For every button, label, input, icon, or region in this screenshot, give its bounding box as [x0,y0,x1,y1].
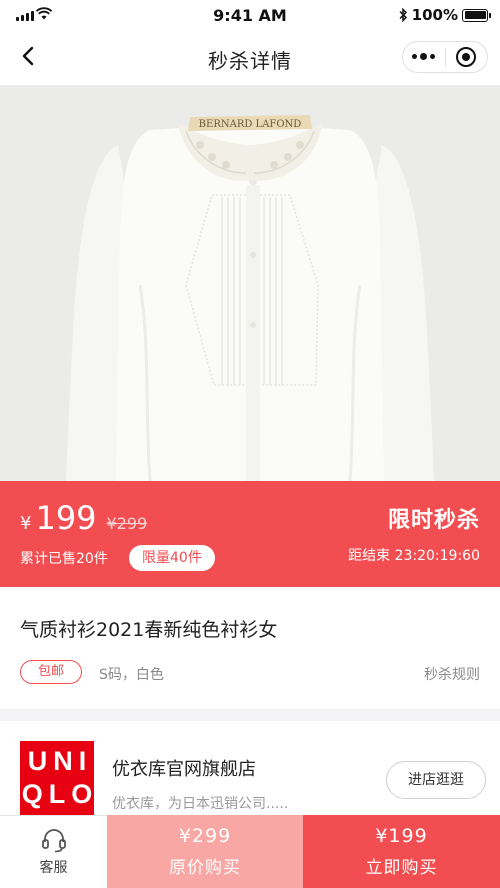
logo-line-1: UNI [27,746,93,776]
store-description: 优衣库，为日本迅销公司..... [112,796,289,812]
logo-line-2: QLO [21,779,99,809]
mini-program-capsule [402,41,488,73]
customer-service-button[interactable]: 客服 [0,815,107,888]
free-shipping-tag: 包邮 [20,660,82,684]
buy-now-button[interactable]: ¥199 立即购买 [303,815,500,888]
headset-icon [41,829,66,853]
buy-original-price-button[interactable]: ¥299 原价购买 [107,815,303,888]
limit-badge: 限量40件 [129,545,215,571]
flash-sale-label: 限时秒杀 [387,508,480,533]
status-bar: 9:41 AM 100% [0,0,500,30]
store-logo[interactable]: UNI QLO [20,741,94,815]
buy-now-label: 立即购买 [365,858,438,878]
buy-now-price: ¥199 [375,825,428,847]
flash-sale-rules-link[interactable]: 秒杀规则 [424,664,480,684]
sale-price: ¥ 199 ¥299 [20,499,147,537]
product-spec[interactable]: S码，白色 [99,664,164,684]
customer-service-label: 客服 [39,860,68,876]
sold-count: 累计已售20件 [20,551,108,567]
bluetooth-icon [399,8,407,22]
visit-store-button[interactable]: 进店逛逛 [386,761,486,799]
product-info: 气质衬衫2021春新纯色衬衫女 包邮 S码，白色 秒杀规则 [0,587,500,709]
battery-percent: 100% [411,6,458,24]
hanger-label: BERNARD LAFOND [199,119,302,130]
original-price: ¥299 [106,514,148,533]
product-name: 气质衬衫2021春新纯色衬衫女 [20,619,278,641]
store-name: 优衣库官网旗舰店 [112,759,256,780]
target-close-icon[interactable] [446,47,488,67]
countdown-timer: 距结束 23:20:19:60 [348,548,480,564]
product-image: BERNARD LAFOND [0,85,500,481]
currency-symbol: ¥ [20,513,32,534]
more-dots-icon[interactable] [403,53,445,60]
original-buy-label: 原价购买 [169,858,241,878]
battery-icon [462,8,491,22]
sale-price-value: 199 [35,499,97,537]
bottom-action-bar: 客服 ¥299 原价购买 ¥199 立即购买 [0,815,500,888]
flash-sale-banner: ¥ 199 ¥299 累计已售20件 限量40件 限时秒杀 距结束 23:20:… [0,481,500,587]
navigation-bar: 秒杀详情 [0,30,500,85]
original-buy-price: ¥299 [178,825,232,847]
